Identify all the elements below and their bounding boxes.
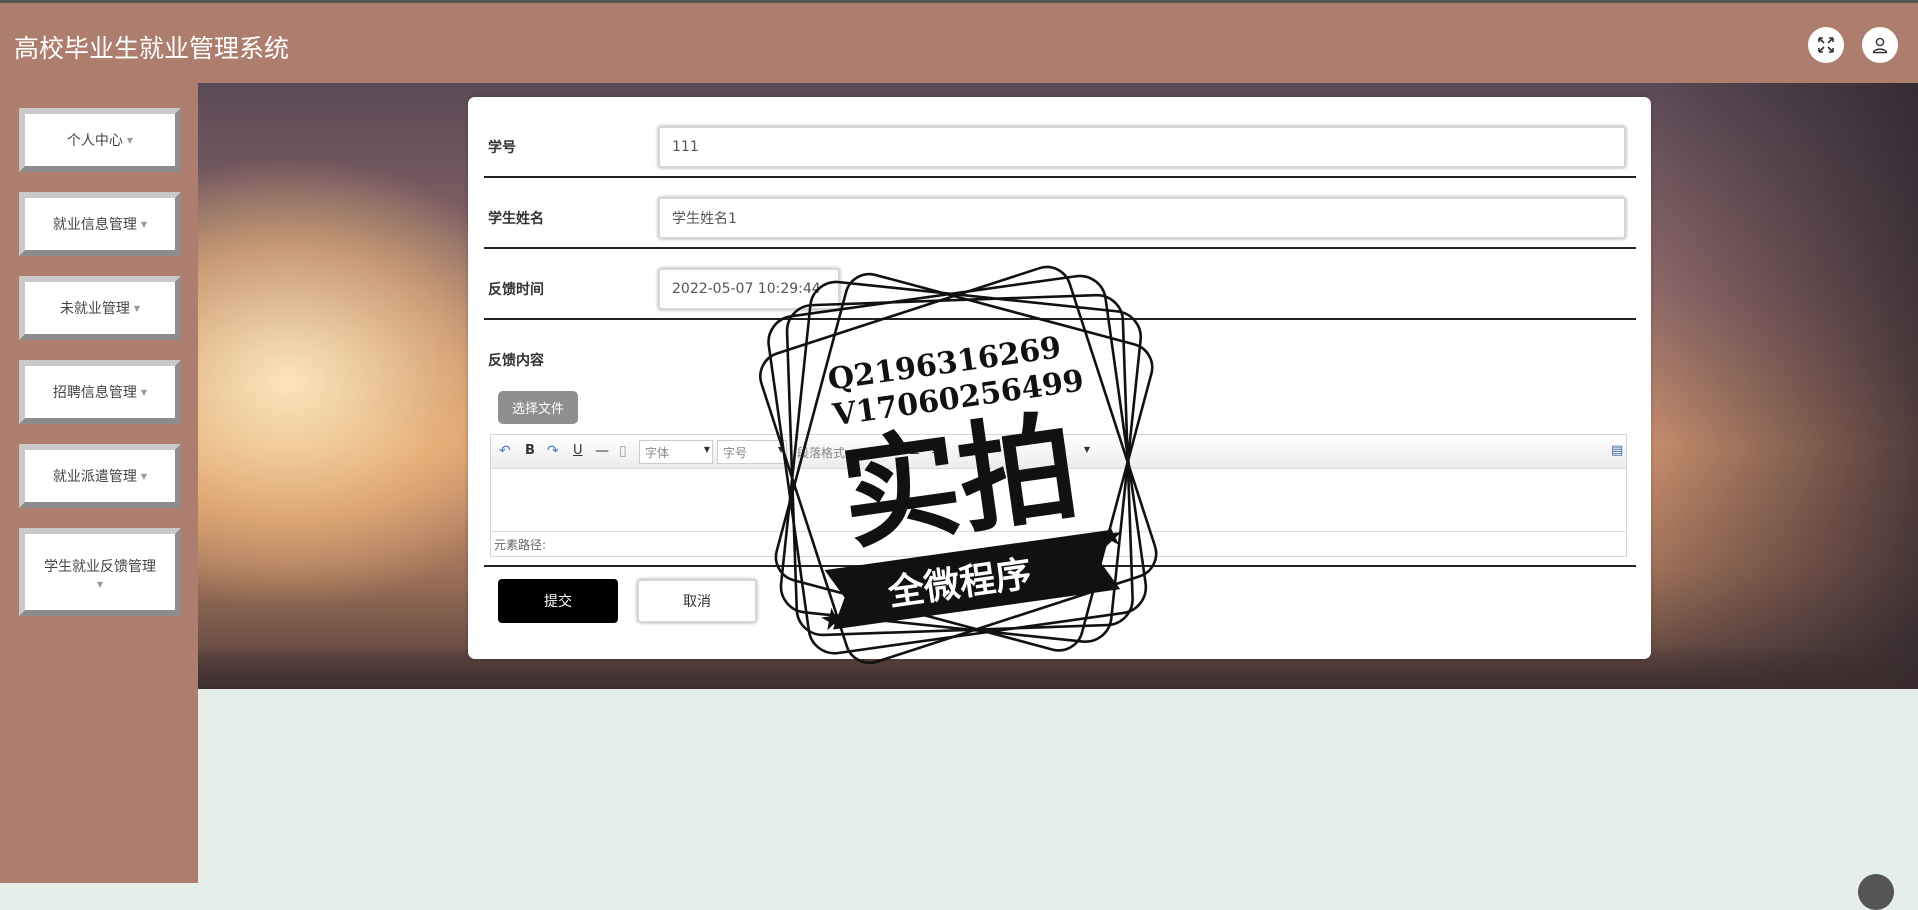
student-id-label: 学号 xyxy=(488,140,516,156)
star-icon: ★ xyxy=(817,601,849,639)
user-button[interactable] xyxy=(1862,27,1898,63)
student-name-input[interactable] xyxy=(658,197,1626,239)
caret-down-icon: ▼ xyxy=(126,135,134,145)
sidebar-item-feedback[interactable]: 学生就业反馈管理 ▼ xyxy=(19,528,181,616)
sidebar: 个人中心 ▼ 就业信息管理 ▼ 未就业管理 ▼ 招聘信息管理 ▼ 就业派遣管理 ▼ 学生就… xyxy=(0,83,198,883)
bold-icon[interactable]: B xyxy=(525,443,535,458)
sidebar-item-label: 学生就业反馈管理 xyxy=(44,558,156,575)
element-path-label: 元素路径: xyxy=(494,538,547,552)
sidebar-item-label: 招聘信息管理 xyxy=(52,385,137,401)
submit-button[interactable]: 提交 xyxy=(498,579,618,623)
sidebar-item-unemployed[interactable]: 未就业管理 ▼ xyxy=(19,276,181,340)
student-name-label: 学生姓名 xyxy=(488,211,544,227)
top-header: 高校毕业生就业管理系统 xyxy=(0,0,1918,83)
cancel-button[interactable]: 取消 xyxy=(637,579,757,623)
sidebar-item-dispatch[interactable]: 就业派遣管理 ▼ xyxy=(19,444,181,508)
user-icon xyxy=(1872,37,1888,54)
star-icon: ★ xyxy=(1097,518,1126,554)
choose-file-button[interactable]: 选择文件 xyxy=(498,391,578,424)
app-title: 高校毕业生就业管理系统 xyxy=(14,34,290,63)
page-icon[interactable]: ▯ xyxy=(619,443,627,459)
sidebar-item-recruitment[interactable]: 招聘信息管理 ▼ xyxy=(19,360,181,424)
watermark-stamp: Q2196316269 V17060256499 实拍 全微程序 ★ ★ xyxy=(759,265,1158,665)
caret-down-icon: ▼ xyxy=(140,219,148,229)
font-family-select[interactable]: 字体 ▼ xyxy=(639,440,713,464)
fullscreen-editor-icon[interactable]: ▤ xyxy=(1611,443,1623,458)
horizontal-rule-icon[interactable]: — xyxy=(595,443,609,459)
background-shade xyxy=(1648,83,1918,689)
caret-down-icon: ▼ xyxy=(140,471,148,481)
form-row-student-id: 学号 xyxy=(484,97,1636,178)
feedback-time-label: 反馈时间 xyxy=(488,282,544,298)
form-row-student-name: 学生姓名 xyxy=(484,178,1636,249)
sidebar-item-label: 个人中心 xyxy=(66,133,123,149)
sidebar-item-label: 就业派遣管理 xyxy=(52,469,137,485)
caret-down-icon: ▼ xyxy=(140,387,148,397)
underline-icon[interactable]: U xyxy=(573,443,583,458)
caret-down-icon: ▼ xyxy=(133,303,141,313)
undo-icon[interactable]: ↶ xyxy=(499,443,511,459)
sidebar-item-label: 就业信息管理 xyxy=(52,217,137,233)
font-family-value: 字体 xyxy=(645,446,670,460)
feedback-content-label: 反馈内容 xyxy=(488,353,544,369)
sidebar-item-employment-info[interactable]: 就业信息管理 ▼ xyxy=(19,192,181,256)
font-size-value: 字号 xyxy=(723,446,748,460)
fullscreen-button[interactable] xyxy=(1808,27,1844,63)
floating-corner-button[interactable] xyxy=(1858,874,1894,910)
chevron-down-icon: ▼ xyxy=(703,445,710,454)
student-id-input[interactable] xyxy=(658,126,1626,168)
expand-icon xyxy=(1818,37,1834,53)
sidebar-item-personal-center[interactable]: 个人中心 ▼ xyxy=(19,108,181,172)
redo-icon[interactable]: ↷ xyxy=(547,443,559,459)
caret-down-icon: ▼ xyxy=(96,579,104,589)
sidebar-item-label: 未就业管理 xyxy=(59,301,130,317)
